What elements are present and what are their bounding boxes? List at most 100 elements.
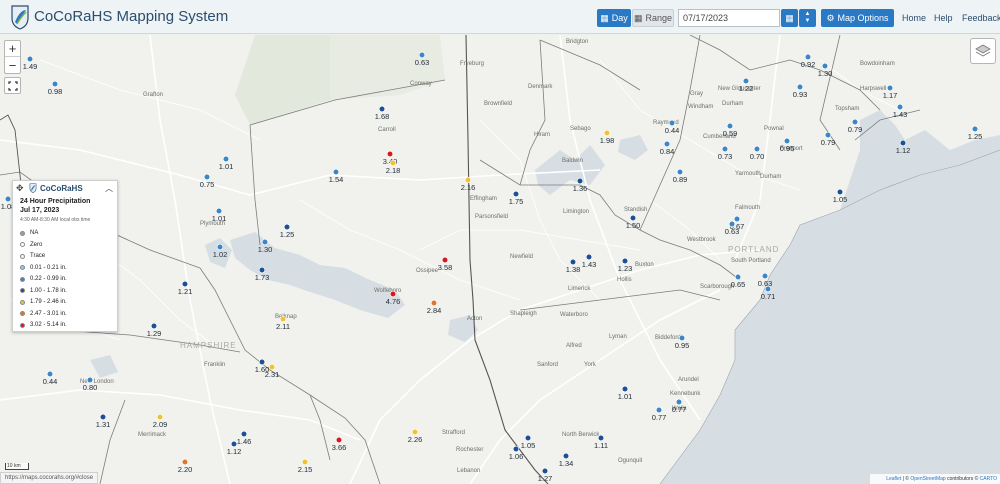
station-dot[interactable]	[562, 452, 570, 460]
date-input[interactable]	[678, 9, 780, 27]
station-dot[interactable]	[851, 118, 859, 126]
station-dot[interactable]	[46, 370, 54, 378]
station-dot[interactable]	[761, 272, 769, 280]
station-dot[interactable]	[4, 195, 12, 203]
station-dot[interactable]	[783, 137, 791, 145]
station-dot[interactable]	[899, 139, 907, 147]
station-dot[interactable]	[836, 188, 844, 196]
station-dot[interactable]	[268, 363, 276, 371]
station-dot[interactable]	[621, 385, 629, 393]
station-dot[interactable]	[418, 51, 426, 59]
station-dot[interactable]	[796, 83, 804, 91]
station-dot[interactable]	[824, 131, 832, 139]
station-dot[interactable]	[721, 145, 729, 153]
station-dot[interactable]	[222, 155, 230, 163]
station-dot[interactable]	[576, 177, 584, 185]
station-dot[interactable]	[230, 440, 238, 448]
state-label-hampshire: HAMPSHIRE	[180, 341, 237, 350]
station-dot[interactable]	[569, 258, 577, 266]
map-options-button[interactable]: ⚙ Map Options	[821, 9, 894, 27]
station-dot[interactable]	[99, 413, 107, 421]
station-dot[interactable]	[386, 150, 394, 158]
fullscreen-button[interactable]	[4, 77, 21, 94]
station-dot[interactable]	[585, 253, 593, 261]
station-dot[interactable]	[742, 77, 750, 85]
station-dot[interactable]	[464, 176, 472, 184]
chevron-up-icon[interactable]: ︿	[105, 183, 113, 194]
station-dot[interactable]	[603, 129, 611, 137]
station-dot[interactable]	[971, 125, 979, 133]
station-dot[interactable]	[335, 436, 343, 444]
date-picker-button[interactable]: ▦	[781, 9, 798, 27]
station-dot[interactable]	[258, 358, 266, 366]
station-value: 1.01	[212, 214, 227, 223]
chevron-up-icon[interactable]: ▲	[805, 11, 811, 18]
station-dot[interactable]	[283, 223, 291, 231]
station-dot[interactable]	[181, 280, 189, 288]
station-dot[interactable]	[156, 413, 164, 421]
station-dot[interactable]	[886, 84, 894, 92]
station-dot[interactable]	[524, 434, 532, 442]
station-dot[interactable]	[26, 55, 34, 63]
station-dot[interactable]	[332, 168, 340, 176]
station-dot[interactable]	[764, 285, 772, 293]
station-dot[interactable]	[726, 122, 734, 130]
station-dot[interactable]	[655, 406, 663, 414]
day-button[interactable]: ▦ Day	[597, 9, 631, 27]
move-icon[interactable]: ✥	[16, 183, 24, 194]
station-dot[interactable]	[203, 173, 211, 181]
osm-link[interactable]: OpenStreetMap	[910, 476, 945, 482]
station-dot[interactable]	[896, 103, 904, 111]
station-dot[interactable]	[621, 257, 629, 265]
nav-help[interactable]: Help	[934, 13, 953, 23]
range-button[interactable]: ▦ Range	[632, 9, 674, 27]
station-dot[interactable]	[378, 105, 386, 113]
station-dot[interactable]	[629, 214, 637, 222]
station-dot[interactable]	[216, 243, 224, 251]
station-dot[interactable]	[301, 458, 309, 466]
station-dot[interactable]	[734, 273, 742, 281]
station-dot[interactable]	[430, 299, 438, 307]
station-dot[interactable]	[215, 207, 223, 215]
station-dot[interactable]	[258, 266, 266, 274]
cocorahs-logo-icon[interactable]	[8, 4, 32, 30]
station-dot[interactable]	[279, 315, 287, 323]
station-dot[interactable]	[663, 140, 671, 148]
station-value: 2.16	[461, 183, 476, 192]
zoom-in-button[interactable]: +	[5, 41, 20, 57]
station-dot[interactable]	[389, 290, 397, 298]
carto-link[interactable]: CARTO	[980, 476, 997, 482]
place-label: Windham	[688, 104, 713, 110]
station-dot[interactable]	[389, 159, 397, 167]
map-canvas[interactable]: HAMPSHIRE PORTLAND GraftonPlymouthCarrol…	[0, 35, 1000, 484]
station-dot[interactable]	[86, 376, 94, 384]
station-dot[interactable]	[441, 256, 449, 264]
leaflet-link[interactable]: Leaflet	[886, 476, 901, 482]
station-dot[interactable]	[261, 238, 269, 246]
station-dot[interactable]	[541, 467, 549, 475]
station-dot[interactable]	[150, 322, 158, 330]
station-dot[interactable]	[753, 145, 761, 153]
station-dot[interactable]	[676, 168, 684, 176]
date-stepper[interactable]: ▲ ▼	[799, 9, 816, 27]
station-dot[interactable]	[668, 119, 676, 127]
station-dot[interactable]	[51, 80, 59, 88]
nav-feedback[interactable]: Feedback	[962, 13, 1000, 23]
station-dot[interactable]	[411, 428, 419, 436]
station-dot[interactable]	[597, 434, 605, 442]
station-dot[interactable]	[678, 334, 686, 342]
station-dot[interactable]	[675, 398, 683, 406]
station-dot[interactable]	[512, 190, 520, 198]
place-label: Merrimack	[138, 432, 167, 438]
station-dot[interactable]	[804, 53, 812, 61]
station-dot[interactable]	[181, 458, 189, 466]
station-dot[interactable]	[728, 220, 736, 228]
station-dot[interactable]	[240, 430, 248, 438]
nav-home[interactable]: Home	[902, 13, 926, 23]
layers-button[interactable]	[970, 38, 996, 64]
station-dot[interactable]	[733, 215, 741, 223]
chevron-down-icon[interactable]: ▼	[805, 18, 811, 25]
zoom-out-button[interactable]: −	[5, 57, 20, 73]
station-dot[interactable]	[821, 62, 829, 70]
station-dot[interactable]	[512, 445, 520, 453]
